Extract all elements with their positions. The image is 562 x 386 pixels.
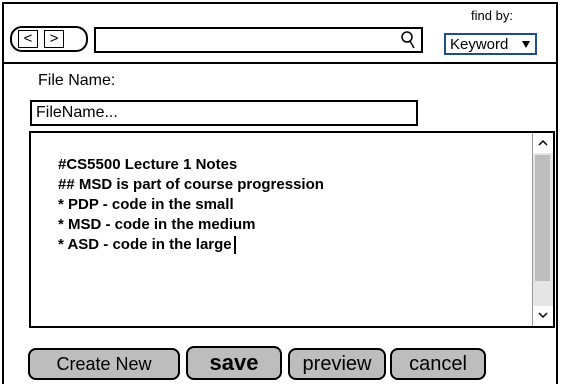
cancel-button[interactable]: cancel (390, 348, 486, 380)
find-by-label: find by: (471, 8, 513, 23)
nav-buttons-group: < > (10, 26, 88, 52)
create-new-button[interactable]: Create New (28, 348, 180, 380)
editor-line: ## MSD is part of course progression (58, 176, 324, 193)
editor-scrollbar[interactable] (532, 133, 553, 326)
notes-editor[interactable]: #CS5500 Lecture 1 Notes ## MSD is part o… (29, 131, 555, 328)
editor-line: * MSD - code in the medium (58, 216, 256, 233)
file-name-input[interactable] (30, 100, 418, 126)
editor-line-with-caret: * ASD - code in the large (58, 235, 324, 255)
scroll-down-button[interactable] (533, 306, 553, 326)
scroll-thumb[interactable] (535, 155, 550, 281)
editor-line: * PDP - code in the small (58, 196, 234, 213)
dropdown-arrow-icon (522, 41, 530, 48)
search-box (94, 27, 423, 53)
scroll-up-button[interactable] (533, 133, 553, 153)
find-by-select[interactable]: Keyword (444, 33, 537, 55)
preview-button[interactable]: preview (288, 348, 386, 380)
editor-content[interactable]: #CS5500 Lecture 1 Notes ## MSD is part o… (58, 155, 324, 255)
find-by-selected-value: Keyword (450, 36, 509, 53)
save-button[interactable]: save (186, 346, 282, 380)
chevron-down-icon (538, 312, 548, 319)
forward-button[interactable]: > (44, 30, 64, 48)
text-cursor-icon (233, 236, 236, 255)
chevron-up-icon (538, 139, 548, 146)
editor-line: * ASD - code in the large (58, 236, 232, 253)
file-name-label: File Name: (38, 72, 116, 89)
back-button[interactable]: < (18, 30, 38, 48)
editor-line: #CS5500 Lecture 1 Notes (58, 156, 238, 173)
search-icon[interactable] (401, 30, 415, 50)
app-window: < > find by: Keyword File Name: #CS5500 … (2, 2, 558, 384)
search-input[interactable] (98, 31, 392, 51)
top-toolbar: < > find by: Keyword (4, 4, 556, 64)
